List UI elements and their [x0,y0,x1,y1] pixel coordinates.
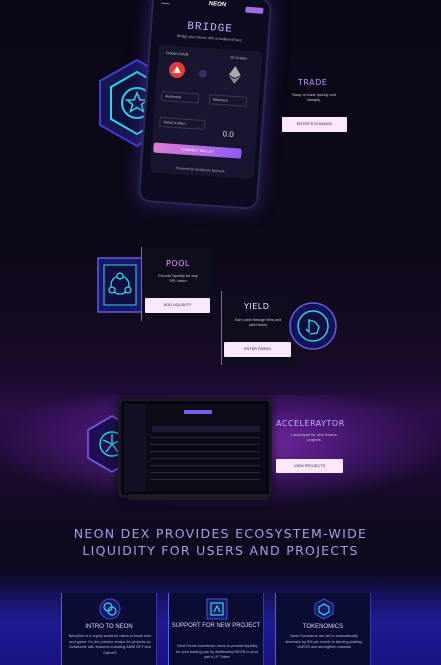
bridge-card [149,44,263,180]
card-support-title: SUPPORT FOR NEW PROJECT [171,623,261,629]
headline-line-2: LIQUIDITY FOR USERS AND PROJECTS [82,543,359,558]
view-projects-button[interactable]: VIEW PROJECTS [276,459,343,473]
headline: NEON DEX PROVIDES ECOSYSTEM-WIDE LIQUIDI… [0,525,441,559]
pool-title: POOL [166,259,190,268]
ethereum-icon [228,66,241,84]
accelerator-title: ACCELERAYTOR [276,419,345,428]
pool-hub-icon [97,257,143,313]
card-tokenomics: TOKENOMICS Neon Emissions are set to aut… [275,593,371,665]
card-tokenomics-text: Neon Emissions are set to automatically … [285,634,363,649]
yield-title: YIELD [244,302,270,311]
card-intro-title: INTRO TO NEON [85,624,133,630]
yield-description: Earn yield through fees and yield farms [234,318,282,327]
card-intro-text: NeonDex is a crypto world for users to t… [68,634,152,655]
card-support: SUPPORT FOR NEW PROJECT Yield Farms ince… [168,593,264,665]
bridge-phone-mockup: NEON BRIDGE Bridge your tokens with a tr… [137,0,273,210]
coins-icon [99,598,121,620]
add-liquidity-button[interactable]: ADD LIQUIDITY [145,298,210,313]
dashboard-tablet-mockup [118,398,272,498]
accelerator-description: Launchpad for new Solana projects [291,433,337,442]
trade-title: TRADE [298,78,328,87]
card-intro: INTRO TO NEON NeonDex is a crypto world … [61,593,157,665]
card-support-text: Yield Farms incentivize users to provide… [175,644,259,659]
card-tokenomics-title: TOKENOMICS [302,624,344,630]
trade-description: Swap or trade quickly and cheaply. [292,93,336,102]
pool-description: Provide liquidity for any SPL token [158,274,198,283]
support-box-icon [206,598,228,620]
enter-exchange-button[interactable]: ENTER EXCHANGE [282,117,347,132]
headline-line-1: NEON DEX PROVIDES ECOSYSTEM-WIDE [73,526,368,541]
yield-tap-icon [289,302,337,350]
token-hex-icon [314,598,334,620]
tablet-screen [124,404,266,492]
menu-icon[interactable] [161,0,171,5]
tablet-stand [128,494,268,500]
neon-logo: NEON [208,1,227,9]
connect-top-button[interactable] [245,6,264,14]
enter-farms-button[interactable]: ENTER FARMS [224,342,291,357]
amount-value[interactable]: 0.0 [222,129,234,139]
